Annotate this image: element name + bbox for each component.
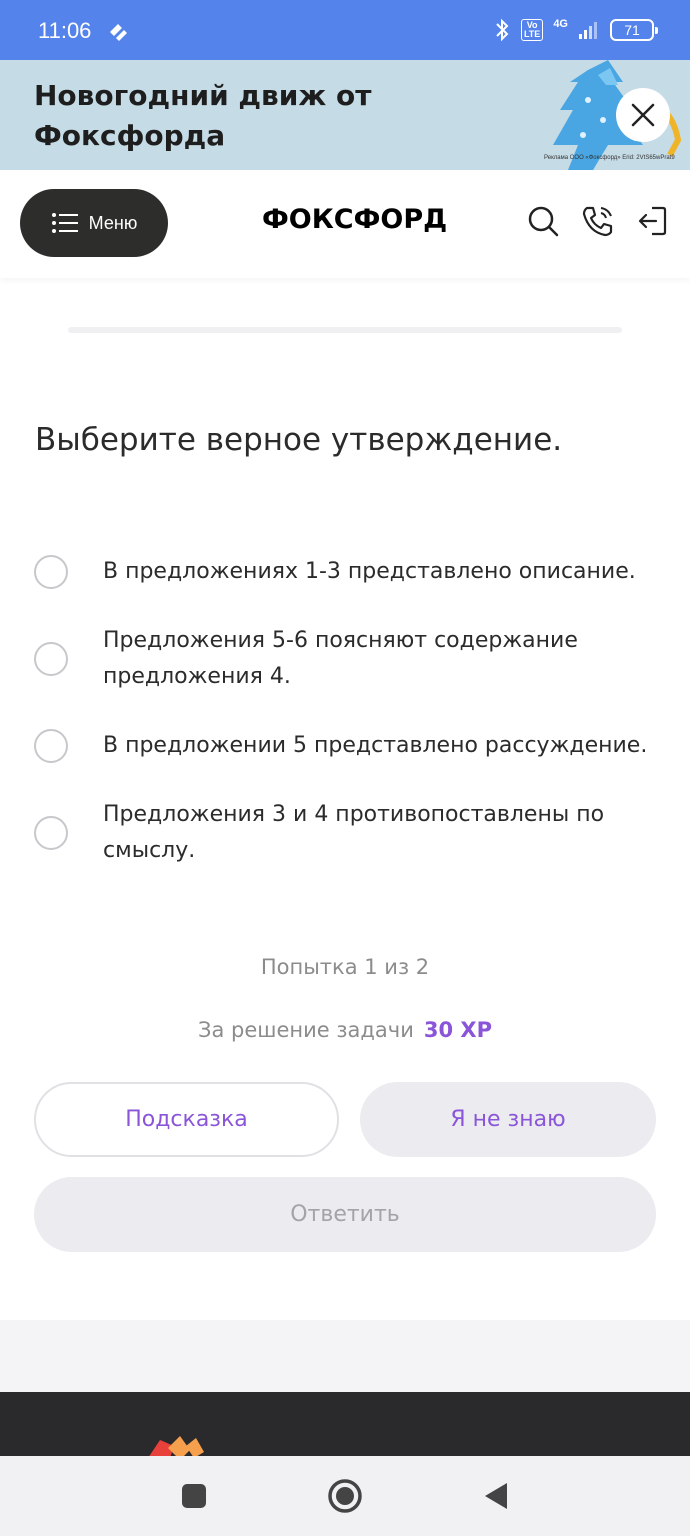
dont-know-button[interactable]: Я не знаю <box>360 1082 656 1157</box>
login-icon[interactable] <box>636 204 670 238</box>
radio-button[interactable] <box>34 555 68 589</box>
promo-banner[interactable]: Новогодний движ от Фоксфорда Реклама ООО… <box>0 60 690 170</box>
app-notification-icon <box>110 24 127 41</box>
promo-title: Новогодний движ от Фоксфорда <box>34 79 372 152</box>
answer-option-3[interactable]: В предложении 5 представлено рассуждение… <box>34 728 664 764</box>
section-divider <box>0 1320 690 1392</box>
square-icon <box>182 1484 206 1508</box>
battery-icon: 71 <box>610 19 658 41</box>
task-progress-bar <box>68 327 622 333</box>
radio-button[interactable] <box>34 729 68 763</box>
back-triangle-icon <box>485 1483 507 1509</box>
status-indicators: Vo LTE 4G 71 <box>493 18 658 42</box>
foxford-logo[interactable]: ФОКСФОРД <box>262 204 447 235</box>
answer-option-1[interactable]: В предложениях 1-3 представлено описание… <box>34 554 664 590</box>
promo-legal-text: Реклама ООО «Фоксфорд» Erid: 2VtS65wPrat… <box>544 155 675 161</box>
option-label: Предложения 5-6 поясняют содержание пред… <box>103 628 578 689</box>
option-label: В предложениях 1-3 представлено описание… <box>103 559 636 584</box>
site-header: Меню ФОКСФОРД <box>0 170 690 278</box>
signal-icon <box>579 22 597 39</box>
answer-button[interactable]: Ответить <box>34 1177 656 1252</box>
home-circle-icon <box>328 1479 362 1513</box>
option-label: Предложения 3 и 4 противопоставлены по с… <box>103 802 605 863</box>
search-icon[interactable] <box>526 204 560 238</box>
hint-button[interactable]: Подсказка <box>34 1082 339 1157</box>
task-reward: За решение задачи 30 XP <box>0 1018 690 1042</box>
reward-label: За решение задачи <box>198 1018 414 1042</box>
answer-option-2[interactable]: Предложения 5-6 поясняют содержание пред… <box>34 623 664 695</box>
status-bar: 11:06 Vo LTE 4G 71 <box>0 0 690 60</box>
network-type: 4G <box>553 18 568 30</box>
promo-close-button[interactable] <box>616 88 670 142</box>
menu-label: Меню <box>88 212 138 233</box>
reward-xp: 30 XP <box>423 1018 492 1042</box>
system-navigation-bar <box>0 1456 690 1536</box>
attempt-counter: Попытка 1 из 2 <box>260 955 430 979</box>
home-button[interactable] <box>325 1476 365 1516</box>
radio-button[interactable] <box>34 642 68 676</box>
phone-icon[interactable] <box>581 204 615 238</box>
close-icon <box>631 103 655 127</box>
bluetooth-icon <box>496 18 509 42</box>
back-button[interactable] <box>476 1476 516 1516</box>
question-text: Выберите верное утверждение. <box>35 422 563 458</box>
radio-button[interactable] <box>34 816 68 850</box>
fox-logo-icon <box>149 1436 204 1456</box>
volte-icon: Vo LTE <box>520 19 544 41</box>
status-time: 11:06 <box>38 18 92 43</box>
battery-level: 71 <box>624 22 640 38</box>
menu-button[interactable]: Меню <box>20 189 168 257</box>
site-footer <box>0 1392 690 1456</box>
option-label: В предложении 5 представлено рассуждение… <box>103 733 648 758</box>
menu-icon <box>51 213 78 233</box>
answer-option-4[interactable]: Предложения 3 и 4 противопоставлены по с… <box>34 797 664 869</box>
recent-apps-button[interactable] <box>174 1476 214 1516</box>
